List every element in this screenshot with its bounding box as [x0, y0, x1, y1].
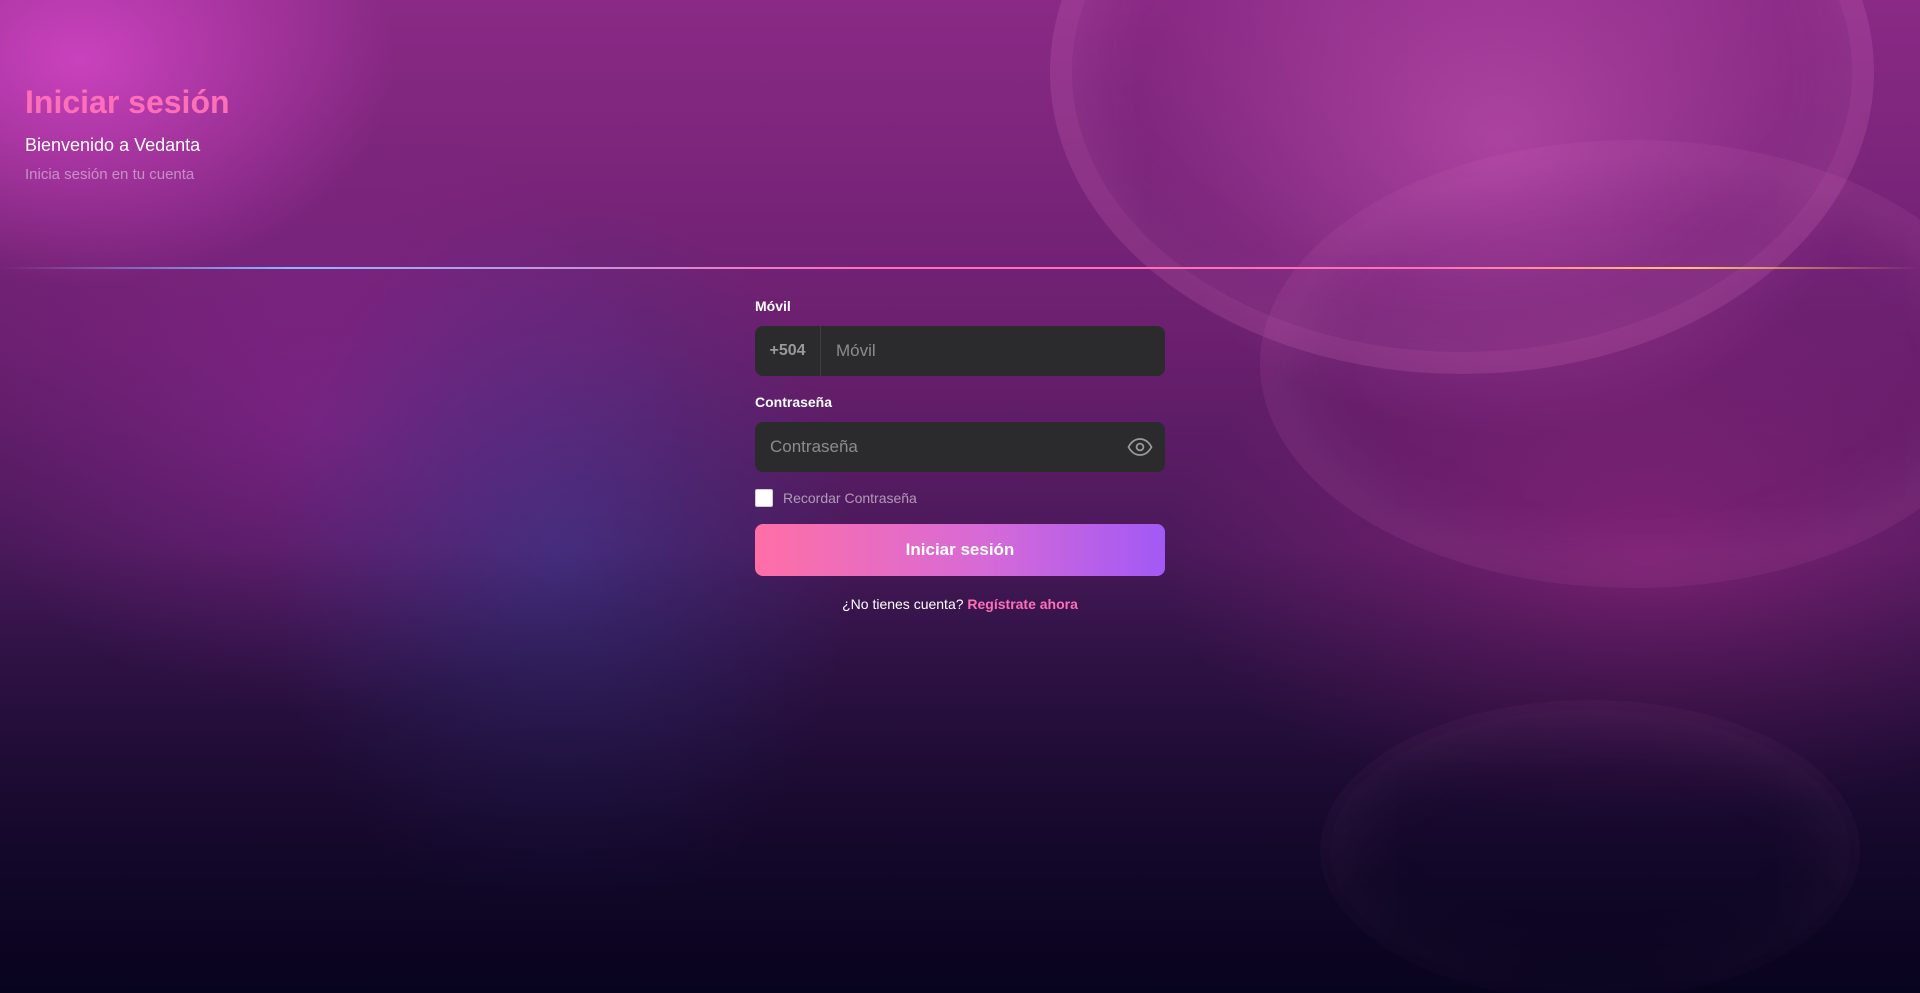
mobile-input[interactable]: [821, 326, 1165, 376]
eye-icon[interactable]: [1115, 422, 1165, 472]
remember-password-row: Recordar Contraseña: [755, 488, 1165, 508]
page-title: Iniciar sesión: [25, 84, 230, 120]
password-input[interactable]: [755, 422, 1115, 472]
password-label: Contraseña: [755, 394, 833, 410]
password-input-group: [755, 422, 1165, 472]
page-header: Iniciar sesión Bienvenido a Vedanta Inic…: [25, 82, 230, 184]
page-subtitle: Inicia sesión en tu cuenta: [25, 166, 195, 183]
login-button[interactable]: Iniciar sesión: [755, 524, 1165, 576]
register-prompt: ¿No tienes cuenta? Regístrate ahora: [755, 596, 1165, 612]
register-link[interactable]: Regístrate ahora: [967, 596, 1077, 612]
welcome-text: Bienvenido a Vedanta: [25, 135, 201, 155]
mobile-label: Móvil: [755, 298, 791, 314]
header-divider: [0, 267, 1920, 269]
country-code-prefix[interactable]: +504: [755, 326, 821, 376]
login-form: Móvil +504 Contraseña Recordar Contraseñ…: [755, 296, 1165, 612]
remember-password-label[interactable]: Recordar Contraseña: [783, 490, 917, 506]
remember-password-checkbox[interactable]: [755, 489, 773, 507]
no-account-text: ¿No tienes cuenta?: [842, 596, 964, 612]
mobile-input-group: +504: [755, 326, 1165, 376]
